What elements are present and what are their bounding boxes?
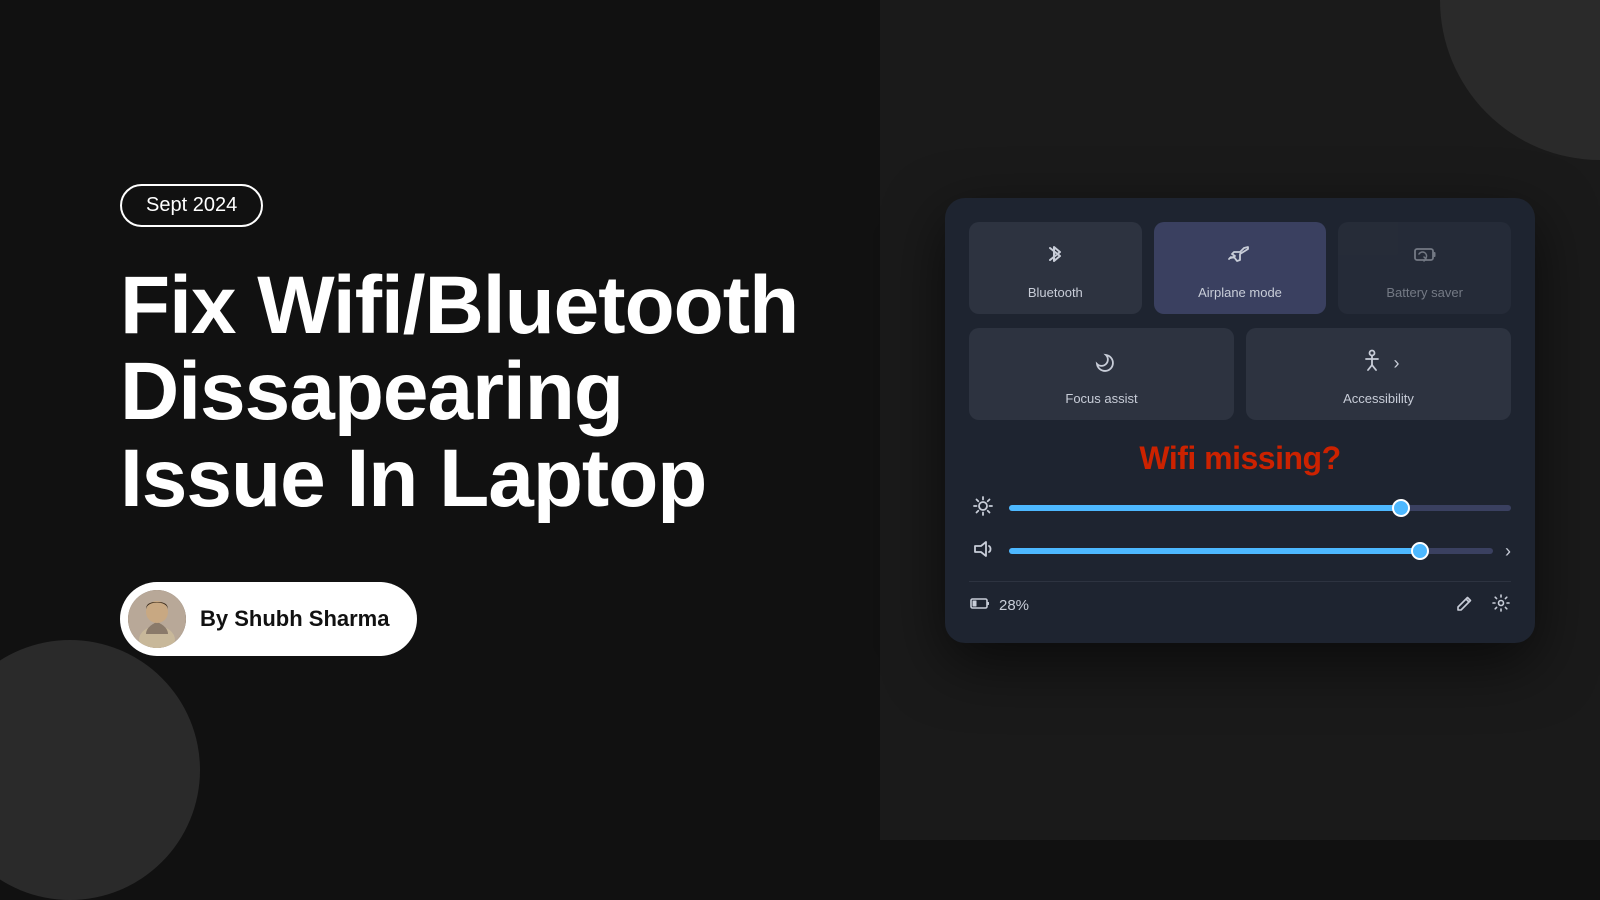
accessibility-tile[interactable]: › Accessibility <box>1246 328 1511 420</box>
bluetooth-tile[interactable]: Bluetooth <box>969 222 1142 314</box>
title-line1: Fix Wifi/Bluetooth <box>120 260 798 351</box>
battery-saver-tile[interactable]: Battery saver <box>1338 222 1511 314</box>
date-text: Sept 2024 <box>146 194 237 216</box>
accessibility-tile-content: › Accessibility <box>1262 346 1495 406</box>
volume-fill <box>1009 548 1420 554</box>
windows-quick-settings-panel: Bluetooth Airplane mode <box>945 198 1535 643</box>
author-avatar <box>128 590 186 648</box>
accessibility-expand-arrow[interactable]: › <box>1394 353 1400 374</box>
main-title: Fix Wifi/Bluetooth Dissapearing Issue In… <box>120 263 800 521</box>
brightness-fill <box>1009 505 1401 511</box>
volume-slider-row: › <box>969 538 1511 565</box>
volume-expand-arrow[interactable]: › <box>1505 541 1511 562</box>
quick-settings-row1: Bluetooth Airplane mode <box>969 222 1511 314</box>
battery-info: 28% <box>969 592 1029 619</box>
title-line3: Issue In Laptop <box>120 433 706 524</box>
battery-status-icon <box>969 592 991 619</box>
bluetooth-label: Bluetooth <box>1028 285 1083 300</box>
accessibility-row: › <box>1358 346 1400 381</box>
edit-icon[interactable] <box>1455 593 1475 618</box>
date-badge: Sept 2024 <box>120 184 263 227</box>
airplane-mode-label: Airplane mode <box>1198 285 1282 300</box>
battery-percent-text: 28% <box>999 597 1029 614</box>
bluetooth-icon <box>1041 240 1069 275</box>
bottom-action-icons <box>1455 593 1511 618</box>
volume-thumb[interactable] <box>1411 542 1429 560</box>
volume-icon <box>969 538 997 565</box>
accessibility-icon <box>1358 346 1386 381</box>
airplane-mode-tile[interactable]: Airplane mode <box>1154 222 1327 314</box>
focus-assist-tile[interactable]: Focus assist <box>969 328 1234 420</box>
title-line2: Dissapearing <box>120 346 623 437</box>
author-name: By Shubh Sharma <box>200 606 389 632</box>
focus-assist-label: Focus assist <box>1065 391 1137 406</box>
page: Sept 2024 Fix Wifi/Bluetooth Dissapearin… <box>0 0 1600 840</box>
right-panel: Bluetooth Airplane mode <box>880 0 1600 840</box>
brightness-thumb[interactable] <box>1392 499 1410 517</box>
brightness-slider-row <box>969 495 1511 522</box>
brightness-track[interactable] <box>1009 505 1511 511</box>
settings-icon[interactable] <box>1491 593 1511 618</box>
focus-assist-icon <box>1088 346 1116 381</box>
volume-track[interactable] <box>1009 548 1493 554</box>
brightness-icon <box>969 495 997 522</box>
airplane-icon <box>1226 240 1254 275</box>
quick-settings-row2: Focus assist <box>969 328 1511 420</box>
deco-top-right-circle <box>1440 0 1600 160</box>
wifi-missing-text: Wifi missing? <box>969 440 1511 477</box>
accessibility-label: Accessibility <box>1343 391 1414 406</box>
author-card: By Shubh Sharma <box>120 582 417 656</box>
battery-saver-label: Battery saver <box>1386 285 1463 300</box>
bottom-bar: 28% <box>969 581 1511 619</box>
battery-saver-icon <box>1411 240 1439 275</box>
left-panel: Sept 2024 Fix Wifi/Bluetooth Dissapearin… <box>0 0 880 840</box>
